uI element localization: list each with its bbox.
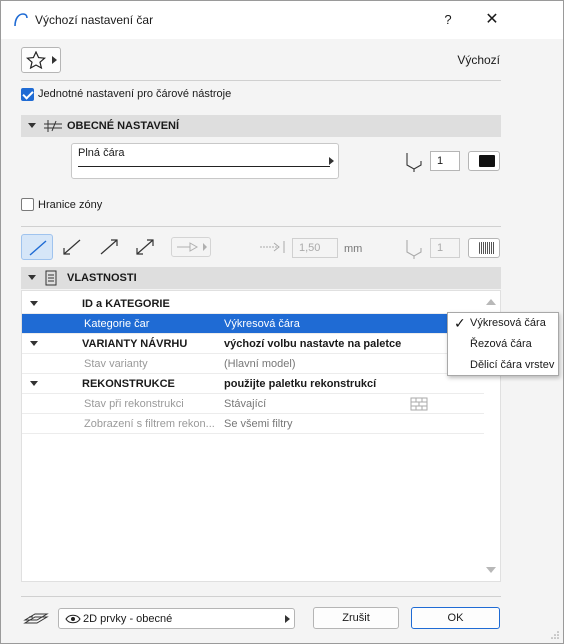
chevron-right-icon (329, 157, 334, 165)
property-name: Stav varianty (84, 358, 148, 370)
properties-document-icon (45, 270, 57, 286)
chevron-right-icon (203, 243, 207, 251)
line-arrow-both-icon (136, 239, 154, 255)
property-name: VARIANTY NÁVRHU (82, 338, 188, 350)
property-row-renovation-filter[interactable]: Zobrazení s filtrem rekon... Se všemi fi… (22, 414, 484, 434)
properties-header[interactable]: VLASTNOSTI (21, 267, 501, 289)
close-button[interactable]: ✕ (482, 10, 502, 30)
eye-icon (65, 614, 81, 624)
property-name: REKONSTRUKCE (82, 378, 175, 390)
collapse-triangle-icon (28, 275, 36, 280)
property-row-renovation[interactable]: REKONSTRUKCE použijte paletku rekonstruk… (22, 374, 484, 394)
property-value: použijte paletku rekonstrukcí (224, 378, 377, 390)
property-value: Výkresová čára (224, 318, 300, 330)
zone-boundary-checkbox[interactable] (21, 198, 34, 211)
arrow-pen-color-swatch[interactable] (468, 238, 500, 258)
arrow-pen-number-field[interactable]: 1 (430, 238, 460, 258)
popup-option-section-line[interactable]: Řezová čára (448, 334, 558, 354)
divider (21, 80, 501, 81)
help-button[interactable]: ? (439, 11, 457, 29)
property-row-design-options[interactable]: VARIANTY NÁVRHU výchozí volbu nastavte n… (22, 334, 484, 354)
preset-name: Výchozí (457, 53, 500, 67)
pen-number-field[interactable]: 1 (430, 151, 460, 171)
pen-color (479, 242, 495, 254)
arrow-pen-icon (406, 240, 422, 259)
chevron-right-icon (285, 615, 290, 623)
arrow-size-icon (260, 241, 285, 253)
unified-setting-label: Jednotné nastavení pro čárové nástroje (38, 88, 232, 100)
pen-icon (406, 153, 422, 172)
line-settings-icon (44, 120, 62, 132)
chevron-right-icon (52, 56, 57, 64)
arrow-size-unit: mm (344, 243, 363, 255)
section-title: OBECNÉ NASTAVENÍ (67, 120, 180, 132)
divider (21, 596, 501, 597)
property-row-line-category[interactable]: Kategorie čar Výkresová čára (22, 314, 484, 334)
line-type-preview (78, 166, 330, 167)
view-selector[interactable]: 2D prvky - obecné (58, 608, 295, 629)
arrow-type-icon (177, 242, 198, 252)
general-settings-header[interactable]: OBECNÉ NASTAVENÍ (21, 115, 501, 137)
line-arrow-end-button[interactable] (93, 234, 125, 260)
property-row-id-category[interactable]: ID a KATEGORIE (22, 294, 484, 314)
checkmark-icon: ✓ (454, 315, 466, 331)
property-name: Stav při rekonstrukci (84, 398, 184, 410)
option-label: Dělicí čára vrstev (470, 359, 555, 371)
expand-triangle-icon (30, 341, 38, 346)
line-no-arrow-button[interactable] (21, 234, 53, 260)
property-name: Zobrazení s filtrem rekon... (84, 418, 215, 430)
expand-triangle-icon (30, 381, 38, 386)
expand-triangle-icon (30, 301, 38, 306)
arrow-type-selector[interactable] (171, 237, 211, 257)
line-tool-icon (14, 13, 28, 27)
line-arrow-end-icon (100, 239, 118, 255)
popup-option-drawing-line[interactable]: ✓ Výkresová čára (448, 313, 558, 333)
dialog-title: Výchozí nastavení čar (35, 13, 154, 27)
title-bar: Výchozí nastavení čar ? ✕ (1, 1, 563, 39)
properties-panel: ID a KATEGORIE Kategorie čar Výkresová č… (21, 290, 501, 582)
property-value: výchozí volbu nastavte na paletce (224, 338, 402, 350)
zone-boundary-label: Hranice zóny (38, 199, 103, 211)
scroll-down-arrow[interactable] (486, 567, 496, 573)
line-arrow-start-button[interactable] (56, 234, 88, 260)
popup-option-skin-separator[interactable]: Dělicí čára vrstev (448, 355, 558, 375)
line-type-name: Plná čára (78, 147, 125, 159)
brick-wall-icon (410, 397, 428, 411)
pen-color-swatch[interactable] (468, 151, 500, 171)
property-name: Kategorie čar (84, 318, 150, 330)
property-row-renovation-status[interactable]: Stav při rekonstrukci Stávající (22, 394, 484, 414)
divider (21, 226, 501, 227)
line-category-popup: ✓ Výkresová čára Řezová čára Dělicí čára… (447, 312, 559, 376)
star-icon (26, 51, 46, 69)
favorites-button[interactable] (21, 47, 61, 73)
property-name: ID a KATEGORIE (82, 298, 170, 310)
line-arrow-both-button[interactable] (129, 234, 161, 260)
ok-button[interactable]: OK (411, 607, 500, 629)
line-plain-icon (29, 240, 47, 256)
resize-grip-icon[interactable] (550, 630, 560, 640)
property-row-design-option-status[interactable]: Stav varianty (Hlavní model) (22, 354, 484, 374)
unified-setting-checkbox[interactable] (21, 88, 34, 101)
arrow-size-field[interactable]: 1,50 (292, 238, 338, 258)
property-value: (Hlavní model) (224, 358, 296, 370)
collapse-triangle-icon (28, 123, 36, 128)
view-label: 2D prvky - obecné (83, 613, 173, 625)
pen-color (479, 155, 495, 167)
property-value: Se všemi filtry (224, 418, 293, 430)
line-defaults-dialog: Výchozí nastavení čar ? ✕ Výchozí Jednot… (0, 0, 564, 644)
option-label: Řezová čára (470, 338, 532, 350)
layers-icon (23, 613, 49, 624)
property-value: Stávající (224, 398, 267, 410)
scroll-up-arrow[interactable] (486, 299, 496, 305)
option-label: Výkresová čára (470, 317, 546, 329)
line-arrow-start-icon (63, 239, 81, 255)
cancel-button[interactable]: Zrušit (313, 607, 399, 629)
section-title: VLASTNOSTI (67, 272, 137, 284)
line-type-selector[interactable]: Plná čára (71, 143, 339, 179)
